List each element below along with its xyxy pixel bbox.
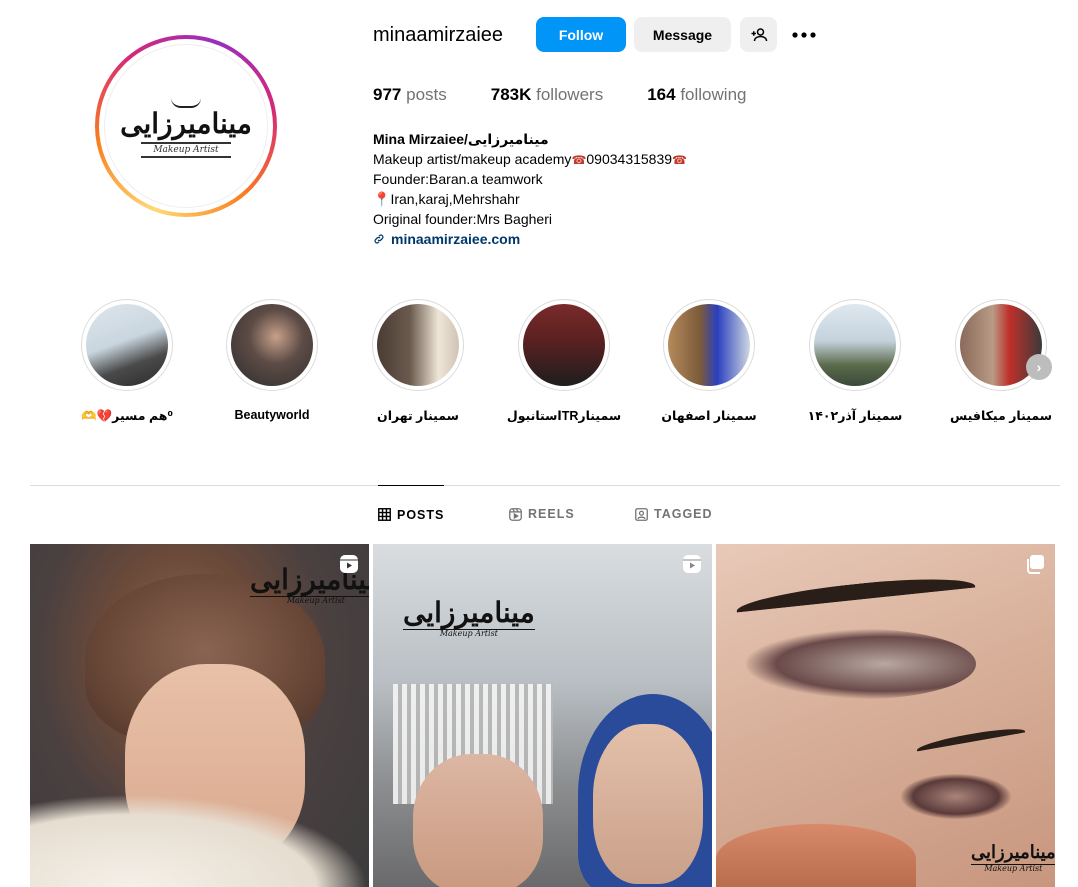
post-watermark-text: مینامیرزایی xyxy=(971,842,1055,863)
lips-shape xyxy=(716,824,916,887)
post-watermark: مینامیرزایی Makeup Artist xyxy=(403,599,535,638)
highlight-thumbnail xyxy=(86,304,168,386)
highlight-label: سمینار آذر۱۴۰۲ xyxy=(807,409,903,423)
highlight-item[interactable]: سمینار تهران xyxy=(353,299,483,423)
highlight-ring xyxy=(81,299,173,391)
suggest-user-button[interactable] xyxy=(740,17,777,52)
telephone-icon: ☎ xyxy=(571,152,587,167)
carousel-icon xyxy=(1027,555,1044,574)
tab-posts[interactable]: POSTS xyxy=(378,485,445,543)
tab-reels[interactable]: REELS xyxy=(509,485,575,543)
avatar-logo-sub: Makeup Artist xyxy=(141,142,231,158)
followers-count-value: 783K xyxy=(490,85,532,104)
highlight-thumbnail xyxy=(668,304,750,386)
eyeshadow-shape xyxy=(746,629,976,699)
following-count-value: 164 xyxy=(647,85,676,104)
bio-link-text: minaamirzaiee.com xyxy=(391,230,521,247)
more-horizontal-icon xyxy=(791,31,816,38)
followers-count-label: followers xyxy=(536,85,604,104)
eyebrow-shape xyxy=(915,724,1027,758)
post-watermark-sub: Makeup Artist xyxy=(250,596,369,605)
highlight-thumbnail xyxy=(377,304,459,386)
person-plus-icon xyxy=(751,27,767,41)
eyeshadow-shape xyxy=(901,774,1011,819)
posts-count: 977 posts xyxy=(373,85,447,105)
avatar-logo-text: مینامیرزایی xyxy=(120,107,252,140)
highlight-ring xyxy=(226,299,318,391)
highlight-thumbnail xyxy=(231,304,313,386)
highlight-label: سمینارTRاستانبول xyxy=(506,409,622,423)
bio-name: Mina Mirzaiee/مینامیرزایی xyxy=(373,131,549,147)
message-button[interactable]: Message xyxy=(634,17,731,52)
eyebrow-shape xyxy=(735,571,977,627)
highlight-label: سمینار میکافیس xyxy=(949,409,1052,423)
chevron-right-icon[interactable]: › xyxy=(1026,354,1052,380)
highlight-item[interactable]: سمینار اصفهان xyxy=(644,299,774,423)
post-watermark-sub: Makeup Artist xyxy=(971,864,1055,873)
highlight-item[interactable]: سمینار آذر۱۴۰۲ xyxy=(790,299,920,423)
telephone-icon: ☎ xyxy=(672,152,687,167)
coat-shape xyxy=(30,794,369,887)
bio-line-1-text: Makeup artist/makeup academy xyxy=(373,150,572,167)
bio-line-3: 📍Iran,karaj,Mehrshahr xyxy=(373,190,687,210)
story-highlights: ⁰هم مسیر💔🫶 Beautyworld سمینار تهران سمین… xyxy=(62,299,1062,439)
reel-icon xyxy=(683,555,701,573)
post-watermark: مینامیرزایی Makeup Artist xyxy=(971,844,1055,873)
tab-tagged-label: TAGGED xyxy=(654,507,713,521)
highlight-ring xyxy=(809,299,901,391)
face-shape xyxy=(593,724,703,884)
highlight-label: Beautyworld xyxy=(234,408,310,422)
bio-phone: 09034315839 xyxy=(586,150,673,167)
bio-line-4: Original founder:Mrs Bagheri xyxy=(373,210,552,227)
bio-link[interactable]: minaamirzaiee.com xyxy=(373,230,687,250)
bio-line-2: Founder:Baran.a teamwork xyxy=(373,171,543,188)
highlight-label: سمینار تهران xyxy=(377,409,459,423)
profile-avatar[interactable]: مینامیرزایی Makeup Artist xyxy=(95,35,277,217)
post-tile[interactable]: مینامیرزایی Makeup Artist xyxy=(716,544,1055,887)
profile-tabs: POSTS REELS TAGGED xyxy=(0,485,1078,543)
followers-count[interactable]: 783K followers xyxy=(491,85,603,105)
reel-icon xyxy=(340,555,358,573)
highlight-label: ⁰هم مسیر💔🫶 xyxy=(81,409,173,423)
highlight-thumbnail xyxy=(523,304,605,386)
pin-icon: 📍 xyxy=(373,191,391,208)
follow-button[interactable]: Follow xyxy=(536,17,626,52)
highlight-thumbnail xyxy=(814,304,896,386)
highlight-label: سمینار اصفهان xyxy=(661,409,757,423)
profile-bio: Mina Mirzaiee/مینامیرزایی Makeup artist/… xyxy=(373,130,687,249)
tab-reels-label: REELS xyxy=(528,507,575,521)
avatar-inner: مینامیرزایی Makeup Artist xyxy=(99,39,273,213)
posts-count-label: posts xyxy=(406,85,447,104)
post-tile[interactable]: مینامیرزایی Makeup Artist xyxy=(30,544,369,887)
following-count[interactable]: 164 following xyxy=(647,85,746,105)
highlight-item[interactable]: سمینارTRاستانبول xyxy=(499,299,629,423)
logo-crest-icon xyxy=(171,94,201,108)
highlight-ring xyxy=(372,299,464,391)
profile-username: minaamirzaiee xyxy=(373,24,504,46)
link-icon xyxy=(374,234,384,244)
highlight-item[interactable]: ⁰هم مسیر💔🫶 xyxy=(62,299,192,424)
more-options-button[interactable] xyxy=(785,17,822,52)
posts-count-value: 977 xyxy=(373,85,402,104)
bio-location: Iran,karaj,Mehrshahr xyxy=(390,191,520,208)
grid-icon xyxy=(378,508,391,521)
highlight-ring xyxy=(663,299,755,391)
post-watermark-text: مینامیرزایی xyxy=(403,596,535,629)
face-shape xyxy=(413,754,543,887)
tab-tagged[interactable]: TAGGED xyxy=(635,485,713,543)
post-watermark-sub: Makeup Artist xyxy=(403,629,535,638)
avatar-logo: مینامیرزایی Makeup Artist xyxy=(104,44,268,208)
post-tile[interactable]: مینامیرزایی Makeup Artist xyxy=(373,544,712,887)
tagged-icon xyxy=(635,507,648,521)
profile-stats: 977 posts 783K followers 164 following xyxy=(373,85,790,105)
highlight-item[interactable]: Beautyworld xyxy=(207,299,337,422)
highlight-ring xyxy=(518,299,610,391)
tab-posts-label: POSTS xyxy=(397,507,445,522)
reels-icon xyxy=(509,507,522,521)
following-count-label: following xyxy=(680,85,747,104)
bio-line-1: Makeup artist/makeup academy☎09034315839… xyxy=(373,150,687,171)
